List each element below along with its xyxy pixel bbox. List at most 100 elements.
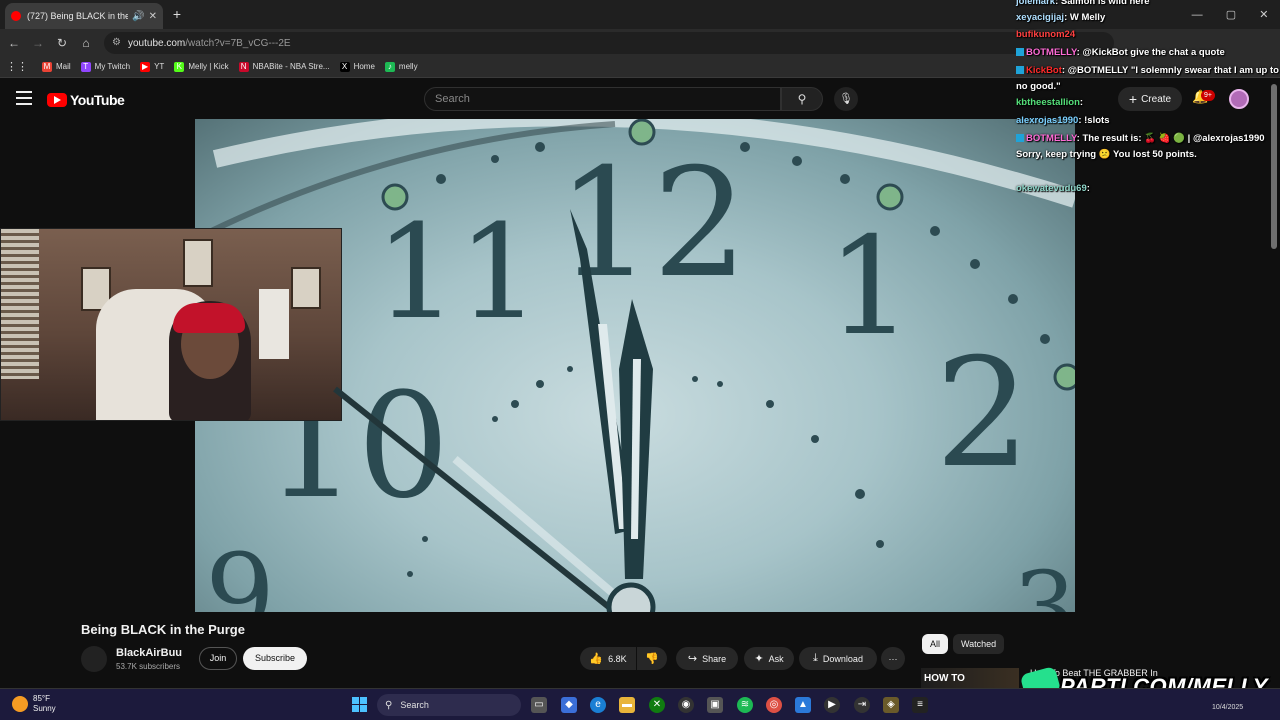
chrome-icon[interactable]: ◎ (766, 697, 782, 713)
bookmark-item[interactable]: T My Twitch (80, 61, 131, 72)
ask-label: Ask (768, 653, 784, 664)
weather-widget[interactable]: 85°F Sunny (12, 694, 56, 714)
chat-username: kbtheestallion (1016, 97, 1080, 108)
bookmark-item[interactable]: ▶ YT (140, 61, 165, 72)
taskbar-search-label: Search (400, 700, 429, 710)
more-actions-button[interactable]: ··· (881, 647, 905, 670)
bookmark-icon: N (238, 61, 249, 72)
photos-icon[interactable]: ▲ (795, 697, 811, 713)
bookmark-item[interactable]: ♪ melly (384, 61, 418, 72)
chat-badge-icon (1016, 66, 1024, 75)
ask-button[interactable]: ✦ Ask (744, 647, 794, 670)
bookmark-icon: M (42, 61, 52, 72)
taskbar-search[interactable]: ⚲ Search (377, 694, 521, 716)
home-icon[interactable]: ⌂ (78, 35, 94, 51)
chat-username: BOTMELLY (1026, 47, 1077, 58)
new-tab-button[interactable]: + (169, 6, 185, 22)
logo-text: YouTube (70, 92, 125, 108)
reload-icon[interactable]: ↻ (54, 35, 70, 51)
channel-name[interactable]: BlackAirBuu (116, 647, 182, 659)
bookmark-item[interactable]: N NBABite - NBA Stre... (238, 61, 330, 72)
chip-all[interactable]: All (922, 634, 949, 654)
download-icon: ⤓ (813, 652, 818, 664)
youtube-favicon-icon (11, 11, 21, 21)
bookmark-label: My Twitch (94, 62, 131, 71)
taskbar-date: 10/4/2025 (1212, 704, 1244, 711)
download-label: Download (822, 653, 863, 664)
address-bar[interactable]: ⚙ youtube.com/watch?v=7B_vCG---2E (104, 32, 1114, 54)
site-info-icon[interactable]: ⚙ (112, 37, 124, 49)
join-button[interactable]: Join (199, 647, 237, 670)
windows-start-icon[interactable] (352, 697, 367, 712)
search-icon: ⚲ (385, 699, 393, 711)
channel-avatar[interactable] (81, 646, 107, 672)
media-player-icon[interactable]: ▶ (824, 697, 840, 713)
copilot-icon[interactable]: ◆ (561, 697, 577, 713)
bookmark-label: Melly | Kick (188, 62, 229, 71)
sun-icon (12, 696, 28, 712)
subscriber-count: 53.7K subscribers (116, 662, 181, 671)
close-tab-icon[interactable]: ✕ (149, 11, 157, 22)
forward-icon[interactable]: → (30, 35, 46, 51)
webcam-window-blinds (1, 229, 39, 379)
chat-text: : W Melly (1064, 12, 1106, 23)
obs-icon[interactable]: ◉ (678, 697, 694, 713)
bookmark-icon: T (80, 61, 91, 72)
url-text: youtube.com/watch?v=7B_vCG---2E (128, 37, 291, 49)
like-button[interactable]: 👍 6.8K (580, 647, 636, 670)
share-button[interactable]: ↪ Share (676, 647, 738, 670)
speaker-icon[interactable]: 🔊 (132, 11, 144, 22)
chat-message: bufikunom24 (1016, 27, 1280, 43)
dislike-button[interactable]: 👎 (637, 647, 667, 670)
bookmark-item[interactable]: K Melly | Kick (174, 61, 229, 72)
chat-text: : !slots (1078, 115, 1110, 126)
tab-title: (727) Being BLACK in the Purge (27, 11, 129, 21)
bookmark-item[interactable]: M Mail (42, 61, 71, 72)
bookmark-icon: K (174, 61, 185, 72)
download-button[interactable]: ⤓ Download (799, 647, 877, 670)
browser-tab[interactable]: (727) Being BLACK in the Purge 🔊 ✕ (5, 3, 163, 29)
xbox-icon[interactable]: ✕ (649, 697, 665, 713)
weather-condition: Sunny (33, 704, 56, 713)
clock-hands (333, 209, 656, 612)
task-view-icon[interactable]: ▭ (531, 697, 547, 713)
store-icon[interactable]: ▣ (707, 697, 723, 713)
file-explorer-icon[interactable]: ▬ (619, 697, 635, 713)
bookmark-icon: ♪ (384, 61, 395, 72)
bookmark-label: YT (154, 62, 165, 71)
search-icon[interactable]: ⚲ (781, 87, 823, 111)
suggestion-thumbnail[interactable]: HOW TO (921, 668, 1019, 690)
bookmark-label: Mail (56, 62, 71, 71)
back-icon[interactable]: ← (6, 35, 22, 51)
thumbs-up-icon: 👍 (589, 653, 604, 665)
microphone-icon[interactable]: 🎙 (834, 87, 858, 111)
chat-text: : (1079, 97, 1084, 108)
bookmark-label: NBABite - NBA Stre... (252, 62, 330, 71)
edge-icon[interactable]: e (590, 697, 606, 713)
like-count: 6.8K (608, 653, 627, 664)
menu-icon[interactable] (16, 91, 32, 105)
chat-message: KickBot: @BOTMELLY "I solemnly swear tha… (1016, 63, 1280, 95)
chat-username: bufikunom24 (1016, 29, 1076, 40)
weather-text: 85°F Sunny (33, 694, 56, 714)
share-label: Share (702, 653, 727, 664)
windows-taskbar: 85°F Sunny ⚲ Search ▭ ◆ e ▬ ✕ ◉ ▣ ≋ ◎ ▲ ▶… (0, 688, 1280, 720)
apps-icon[interactable]: ⋮⋮ (6, 60, 28, 73)
chip-watched[interactable]: Watched (953, 634, 1005, 654)
youtube-logo[interactable]: YouTube (47, 92, 125, 108)
search-input[interactable]: Search (424, 87, 781, 111)
subscribe-button[interactable]: Subscribe (243, 647, 307, 670)
terminal-icon[interactable]: ≡ (912, 697, 928, 713)
temperature: 85°F (33, 694, 50, 703)
youtube-play-icon (47, 93, 67, 107)
chat-text: : Salmon is wild here (1055, 0, 1150, 7)
app-icon[interactable]: ⇥ (854, 697, 870, 713)
game-app-icon[interactable]: ◈ (883, 697, 899, 713)
bookmark-item[interactable]: X Home (339, 61, 375, 72)
video-player[interactable]: 12 11 1 2 10 9 3 (195, 119, 1075, 612)
chat-username: jolemark (1016, 0, 1056, 7)
bookmark-icon: X (339, 61, 350, 72)
spotify-icon[interactable]: ≋ (737, 697, 753, 713)
share-icon: ↪ (687, 653, 698, 665)
page-scrollbar[interactable] (1271, 84, 1277, 249)
